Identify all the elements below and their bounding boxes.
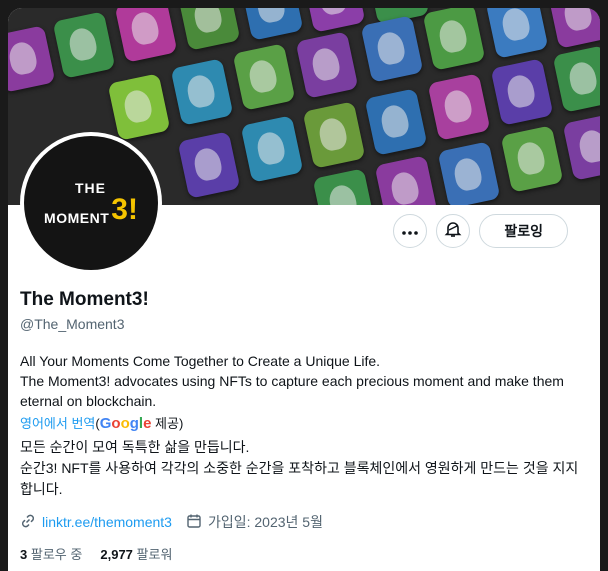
bio-en-line-2: The Moment3! advocates using NFTs to cap… (20, 373, 564, 409)
google-o2: o (120, 415, 130, 432)
following-label: 팔로우 중 (30, 547, 83, 562)
translate-close: 제공) (155, 416, 184, 431)
banner-nft-tile (114, 8, 178, 63)
followers-label: 팔로워 (136, 547, 173, 562)
link-icon (20, 513, 36, 532)
banner-nft-tile (302, 8, 366, 33)
banner-nft-tile (427, 73, 491, 141)
banner-nft-tile (500, 125, 564, 193)
banner-nft-tile (374, 155, 438, 205)
banner-nft-tile (360, 15, 424, 83)
following-stat[interactable]: 3 팔로우 중 (20, 547, 82, 562)
avatar[interactable]: THE MOMENT 3! (20, 132, 162, 274)
banner-nft-tile (8, 25, 56, 93)
logo-mark: 3! (111, 193, 138, 226)
calendar-icon (186, 513, 202, 532)
following-count: 3 (20, 547, 28, 562)
banner-nft-tile (422, 8, 486, 71)
profile-actions: 팔로잉 (393, 214, 568, 248)
banner-nft-tile (490, 58, 554, 126)
banner-nft-tile (170, 58, 234, 126)
bell-icon (444, 220, 462, 243)
profile-meta: linktr.ee/themoment3 가입일: 2023년 5월 (20, 512, 323, 532)
banner-nft-tile (364, 88, 428, 156)
brand-logo: THE MOMENT 3! (44, 181, 138, 225)
more-button[interactable] (393, 214, 428, 248)
joined-date: 가입일: 2023년 5월 (207, 514, 323, 530)
bio-korean: 모든 순간이 모여 독특한 삶을 만듭니다. 순간3! NFT를 사용하여 각각… (20, 437, 590, 500)
banner-nft-tile (552, 45, 600, 113)
banner-nft-tile (52, 11, 116, 79)
logo-line-the: THE (74, 180, 106, 196)
banner-nft-tile (240, 115, 304, 183)
banner-nft-tile (295, 31, 359, 99)
bio-ko-line-1: 모든 순간이 모여 독특한 삶을 만듭니다. (20, 439, 250, 455)
google-e: e (143, 415, 152, 432)
banner-nft-tile (302, 101, 366, 169)
google-logo: Google (100, 415, 152, 432)
banner-nft-tile (485, 8, 549, 59)
followers-stat[interactable]: 2,977 팔로워 (100, 547, 172, 562)
banner-nft-tile (437, 141, 501, 205)
avatar-logo: THE MOMENT 3! (24, 136, 158, 270)
display-name: The Moment3! (20, 289, 149, 310)
banner-nft-tile (232, 43, 296, 111)
banner-nft-tile (312, 168, 376, 205)
following-button[interactable]: 팔로잉 (479, 214, 568, 248)
google-o1: o (111, 415, 121, 432)
bio-en-line-1: All Your Moments Come Together to Create… (20, 353, 381, 369)
google-g2: g (129, 415, 139, 432)
translate-link[interactable]: 영어에서 번역 (20, 416, 95, 431)
logo-line-moment: MOMENT (44, 210, 110, 226)
follow-stats: 3 팔로우 중 2,977 팔로워 (20, 544, 172, 563)
notifications-button[interactable] (436, 214, 471, 248)
banner-nft-tile (107, 73, 171, 141)
banner-nft-tile (240, 8, 304, 41)
followers-count: 2,977 (100, 547, 133, 562)
banner-nft-tile (177, 8, 241, 51)
banner-nft-tile (562, 113, 600, 181)
handle: @The_Moment3 (20, 316, 125, 332)
profile-card: THE MOMENT 3! 팔로잉 The Moment3! @The_Mome… (8, 8, 600, 571)
profile-link[interactable]: linktr.ee/themoment3 (42, 514, 172, 530)
bio-english: All Your Moments Come Together to Create… (20, 351, 590, 411)
translation-note: 영어에서 번역(Google 제공) (20, 413, 183, 432)
more-icon (402, 222, 419, 240)
google-g: G (99, 415, 112, 432)
bio-ko-line-2: 순간3! NFT를 사용하여 각각의 소중한 순간을 포착하고 블록체인에서 영… (20, 460, 579, 497)
banner-nft-tile (177, 131, 241, 199)
banner-nft-tile (547, 8, 600, 49)
